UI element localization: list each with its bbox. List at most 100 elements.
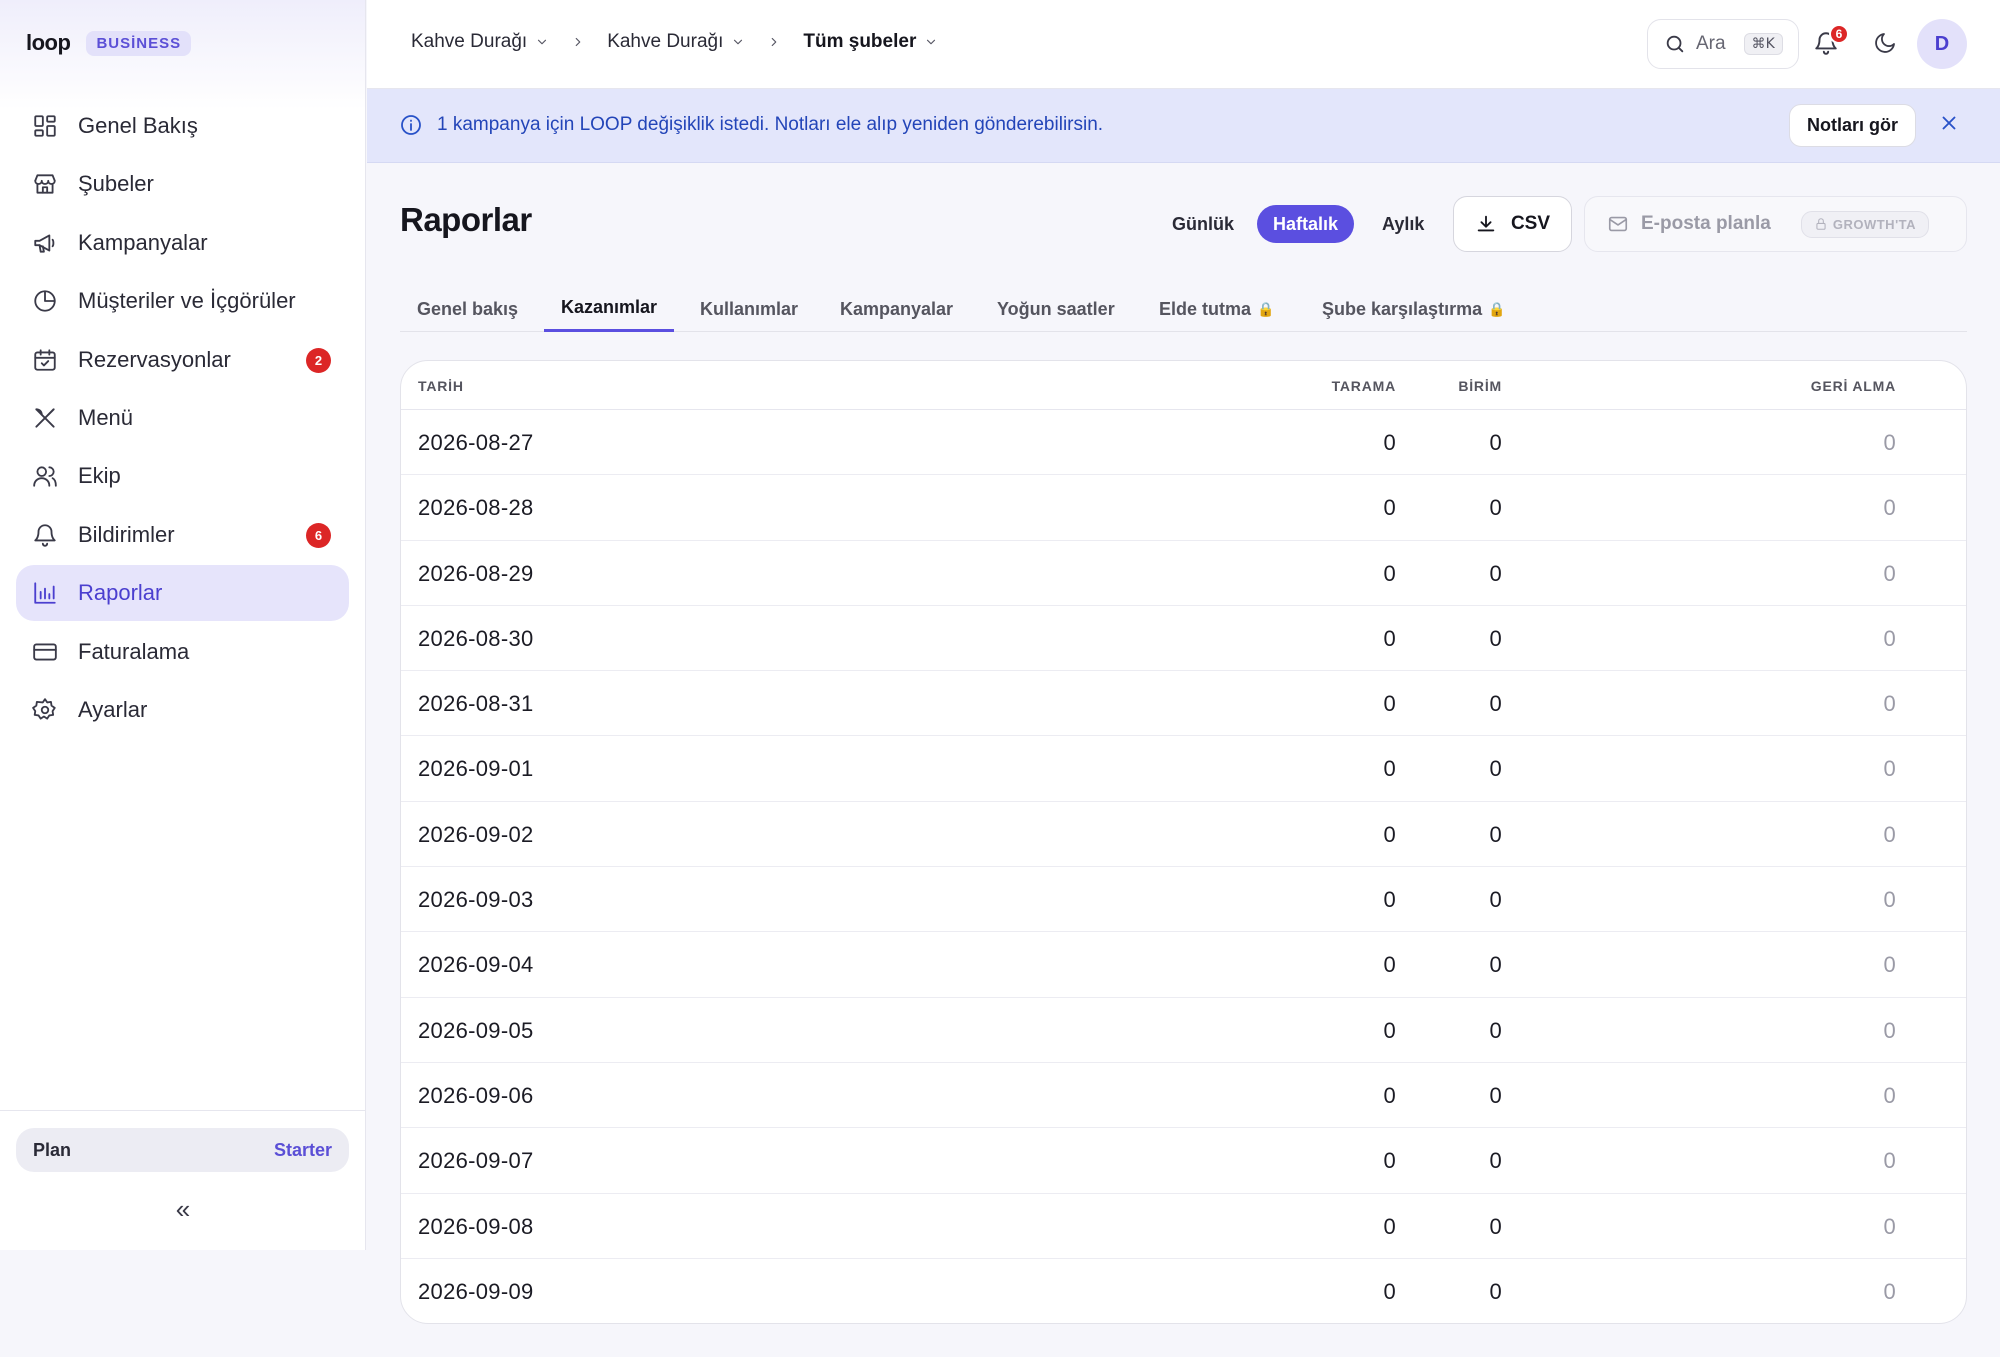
cell-unit: 0 xyxy=(1489,821,1502,847)
table-header: TARİH TARAMA BİRİM GERİ ALMA xyxy=(401,361,1966,410)
mail-icon xyxy=(1608,216,1628,232)
table-row: 2026-09-02 0 0 0 xyxy=(401,802,1966,868)
search-icon xyxy=(1666,35,1684,53)
column-header-date[interactable]: TARİH xyxy=(418,378,464,394)
cell-unit: 0 xyxy=(1489,1017,1502,1043)
cell-redeem: 0 xyxy=(1883,1213,1896,1239)
period-weekly-button[interactable]: Haftalık xyxy=(1257,205,1355,243)
loop-logo[interactable]: loop xyxy=(26,30,71,56)
growth-plan-badge: GROWTH'TA xyxy=(1800,210,1930,238)
cell-date: 2026-09-01 xyxy=(418,756,534,782)
cell-date: 2026-08-30 xyxy=(418,625,534,651)
breadcrumb-branch[interactable]: Tüm şubeler xyxy=(803,31,938,53)
period-monthly-button[interactable]: Aylık xyxy=(1366,205,1440,243)
sidebar-item-ayarlar[interactable]: Ayarlar xyxy=(16,682,349,738)
sidebar-item-musteriler[interactable]: Müşteriler ve İçgörüler xyxy=(16,273,349,329)
sidebar-nav: Genel Bakış Şubeler Kampanyalar Müşteril… xyxy=(16,98,349,740)
tab-kazanimlar[interactable]: Kazanımlar xyxy=(544,286,675,332)
column-header-scan[interactable]: TARAMA xyxy=(1332,378,1396,394)
breadcrumb-separator xyxy=(571,35,585,49)
lock-icon: 🔒 xyxy=(1257,300,1275,317)
tab-elde-tutma[interactable]: Elde tutma 🔒 xyxy=(1142,286,1291,332)
acquisitions-table: TARİH TARAMA BİRİM GERİ ALMA 2026-08-27 0… xyxy=(400,360,1967,1324)
cell-scan: 0 xyxy=(1383,952,1396,978)
cell-scan: 0 xyxy=(1383,1082,1396,1108)
breadcrumb-brand[interactable]: Kahve Durağı xyxy=(607,31,745,53)
cell-date: 2026-08-27 xyxy=(418,430,534,455)
sidebar-item-kampanyalar[interactable]: Kampanyalar xyxy=(16,215,349,271)
plan-value: Starter xyxy=(273,1139,332,1160)
close-banner-button[interactable] xyxy=(1938,112,1964,138)
schedule-email-button: E-posta planla GROWTH'TA xyxy=(1584,196,1967,252)
plan-indicator[interactable]: Plan Starter xyxy=(16,1128,349,1172)
download-icon xyxy=(1477,215,1495,232)
tab-kampanyalar[interactable]: Kampanyalar xyxy=(823,286,970,332)
cell-redeem: 0 xyxy=(1883,495,1896,521)
table-body: 2026-08-27 0 0 0 2026-08-28 0 0 0 2026-08-29 0 0 0 2… xyxy=(401,410,1966,1323)
cell-redeem: 0 xyxy=(1883,952,1896,978)
sidebar-item-label: Faturalama xyxy=(78,638,190,664)
cell-date: 2026-09-02 xyxy=(418,821,534,847)
cell-redeem: 0 xyxy=(1883,1278,1896,1304)
breadcrumb-label: Kahve Durağı xyxy=(411,31,528,52)
period-daily-button[interactable]: Günlük xyxy=(1156,205,1250,243)
sidebar-item-raporlar[interactable]: Raporlar xyxy=(16,565,349,622)
cell-unit: 0 xyxy=(1489,1213,1502,1239)
cell-scan: 0 xyxy=(1383,887,1396,913)
tab-kullanimlar[interactable]: Kullanımlar xyxy=(683,286,815,332)
brand: loop BUSİNESS xyxy=(26,30,192,56)
sidebar-item-label: Müşteriler ve İçgörüler xyxy=(78,288,296,314)
notifications-button[interactable]: 6 xyxy=(1813,24,1849,60)
cell-scan: 0 xyxy=(1383,625,1396,651)
tab-label: Yoğun saatler xyxy=(997,298,1115,319)
tab-label: Genel bakış xyxy=(417,298,519,319)
calendar-icon xyxy=(32,347,58,373)
breadcrumb-company[interactable]: Kahve Durağı xyxy=(411,31,549,53)
table-row: 2026-09-03 0 0 0 xyxy=(401,867,1966,933)
tab-genel-bakis[interactable]: Genel bakış xyxy=(400,286,535,332)
business-badge: BUSİNESS xyxy=(86,30,192,56)
table-row: 2026-08-30 0 0 0 xyxy=(401,606,1966,672)
column-header-redeem[interactable]: GERİ ALMA xyxy=(1811,378,1896,394)
cell-date: 2026-09-08 xyxy=(418,1213,534,1239)
search-label: Ara xyxy=(1696,33,1726,54)
avatar[interactable]: D xyxy=(1917,19,1967,69)
cell-unit: 0 xyxy=(1489,560,1502,586)
reservations-count-badge: 2 xyxy=(306,347,331,373)
gear-icon xyxy=(32,697,58,723)
sidebar-item-faturalama[interactable]: Faturalama xyxy=(16,624,349,680)
sidebar-item-menu[interactable]: Menü xyxy=(16,390,349,446)
collapse-sidebar-button[interactable]: « xyxy=(166,1192,200,1226)
store-icon xyxy=(32,171,58,197)
search-button[interactable]: Ara ⌘K xyxy=(1647,19,1799,69)
cell-unit: 0 xyxy=(1489,495,1502,521)
breadcrumb-label: Tüm şubeler xyxy=(803,31,917,52)
sidebar-item-bildirimler[interactable]: Bildirimler 6 xyxy=(16,507,349,563)
sidebar-item-ekip[interactable]: Ekip xyxy=(16,448,349,504)
sidebar-item-label: Raporlar xyxy=(78,580,163,606)
theme-toggle-button[interactable] xyxy=(1873,31,1897,60)
cell-scan: 0 xyxy=(1383,756,1396,782)
cell-scan: 0 xyxy=(1383,821,1396,847)
sidebar-item-subeler[interactable]: Şubeler xyxy=(16,156,349,212)
sidebar-item-genel-bakis[interactable]: Genel Bakış xyxy=(16,98,349,154)
tab-sube-karsilastirma[interactable]: Şube karşılaştırma 🔒 xyxy=(1305,286,1523,332)
cell-unit: 0 xyxy=(1489,691,1502,717)
report-tabs: Genel bakış Kazanımlar Kullanımlar Kampa… xyxy=(400,286,1967,332)
sidebar-item-rezervasyonlar[interactable]: Rezervasyonlar 2 xyxy=(16,332,349,388)
chevron-down-icon xyxy=(538,39,547,45)
cell-unit: 0 xyxy=(1489,430,1502,455)
sidebar-item-label: Şubeler xyxy=(78,171,154,197)
column-header-unit[interactable]: BİRİM xyxy=(1458,378,1502,394)
table-row: 2026-09-09 0 0 0 xyxy=(401,1259,1966,1323)
table-row: 2026-08-27 0 0 0 xyxy=(401,410,1966,476)
view-notes-button[interactable]: Notları gör xyxy=(1789,104,1917,147)
table-row: 2026-08-31 0 0 0 xyxy=(401,671,1966,737)
cell-redeem: 0 xyxy=(1883,1082,1896,1108)
top-bar: Kahve Durağı Kahve Durağı Tüm şubeler Ar… xyxy=(367,0,2000,89)
table-row: 2026-09-07 0 0 0 xyxy=(401,1128,1966,1194)
tab-yogun-saatler[interactable]: Yoğun saatler xyxy=(980,286,1132,332)
csv-export-button[interactable]: CSV xyxy=(1453,196,1572,252)
cell-unit: 0 xyxy=(1489,1278,1502,1304)
tab-label: Kullanımlar xyxy=(700,298,799,319)
